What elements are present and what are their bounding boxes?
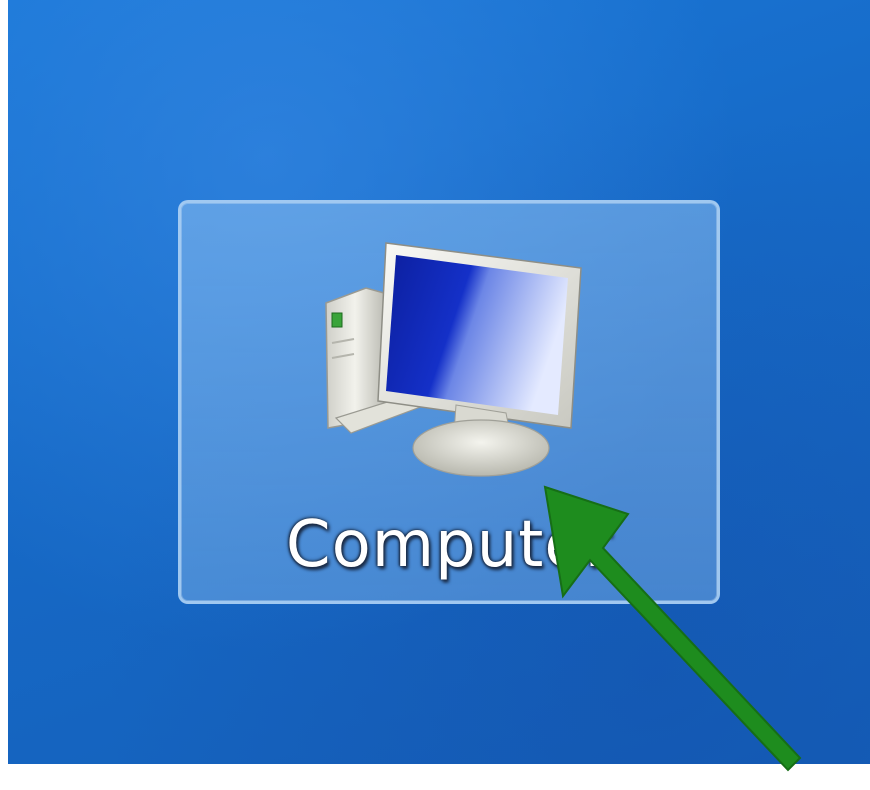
- computer-icon-label: Computer: [285, 508, 613, 582]
- computer-desktop-icon[interactable]: Computer: [178, 200, 720, 604]
- computer-icon: [325, 242, 582, 477]
- desktop: Computer: [8, 0, 870, 790]
- bottom-edge: [0, 764, 870, 790]
